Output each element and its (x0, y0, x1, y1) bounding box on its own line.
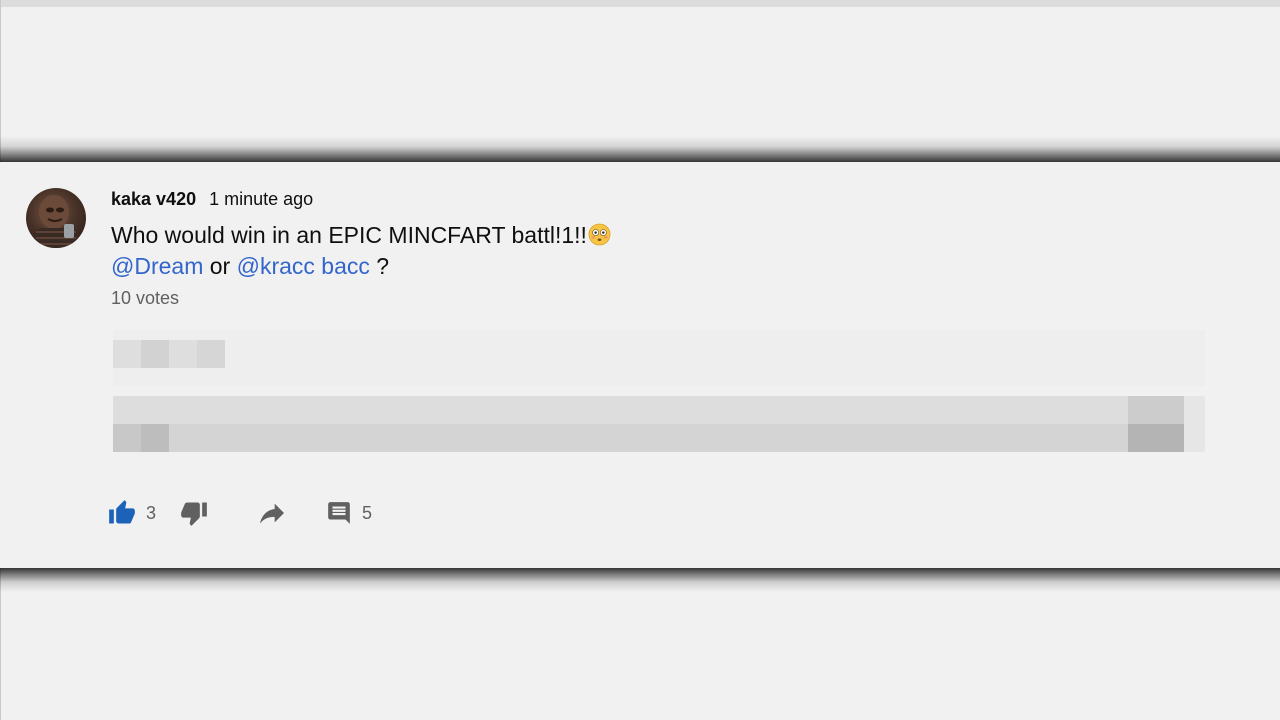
poll-blur-block (1184, 396, 1205, 452)
poll-vote-count: 10 votes (111, 288, 180, 308)
comment-header: kaka v420 1 minute ago (111, 189, 313, 213)
share-arrow-icon (260, 503, 284, 524)
poll-blur-block (141, 424, 169, 452)
top-strip (0, 0, 1280, 7)
pixelated-poll (113, 330, 1205, 468)
flushed-face-emoji-icon (588, 223, 611, 253)
poll-blur-block (197, 340, 225, 368)
comment-text-line-1: Who would win in an EPIC MINCFART battl!… (111, 220, 611, 253)
thumbs-down-icon (181, 502, 207, 526)
mention-connector: or (203, 253, 237, 279)
poll-blur-block (1128, 424, 1184, 452)
trailing-text: ? (369, 253, 390, 279)
poll-blur-block (141, 340, 169, 368)
dislike-button[interactable] (180, 497, 208, 529)
card-top-shadow (0, 136, 1280, 162)
like-count: 3 (146, 502, 157, 523)
avatar-image (34, 195, 78, 248)
poll-blur-row (113, 330, 1205, 386)
poll-blur-block (1128, 396, 1184, 424)
comment-icon (328, 502, 350, 524)
comment-text-line-2: @Dream or @kracc bacc ? (111, 251, 389, 281)
like-button[interactable]: 3 (108, 497, 156, 529)
timestamp[interactable]: 1 minute ago (209, 189, 313, 210)
poll-blur-block (113, 424, 1205, 452)
reply-count: 5 (362, 502, 373, 523)
card-bottom-shadow (0, 568, 1280, 592)
thumbs-up-icon (109, 500, 135, 524)
reply-button[interactable]: 5 (326, 497, 372, 529)
avatar[interactable] (26, 188, 86, 248)
comment-text: Who would win in an EPIC MINCFART battl!… (111, 222, 587, 248)
share-button[interactable] (256, 497, 288, 529)
comment-card: kaka v420 1 minute ago Who would win in … (0, 162, 1280, 568)
author-name[interactable]: kaka v420 (111, 189, 196, 210)
mention-link-kracc-bacc[interactable]: @kracc bacc (237, 253, 370, 279)
mention-link-dream[interactable]: @Dream (111, 253, 203, 279)
